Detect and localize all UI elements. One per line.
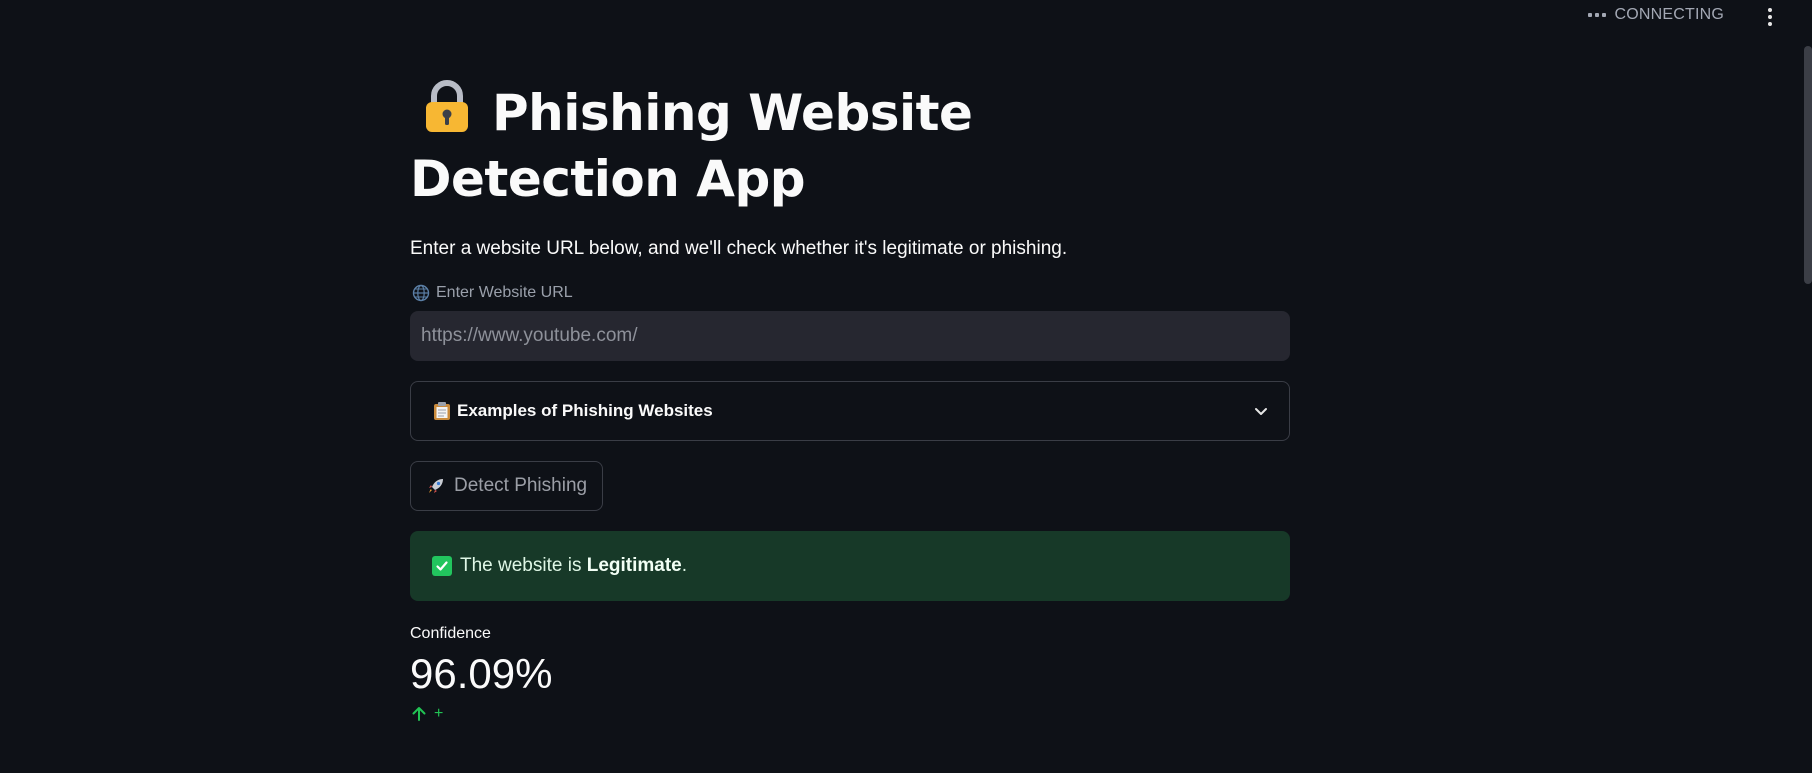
main-menu-button[interactable] [1760,6,1780,28]
result-message: The website is Legitimate. [460,555,687,577]
main-content: Phishing Website Detection App Enter a w… [410,80,1290,723]
result-suffix: . [681,555,688,576]
page-title-text: Phishing Website Detection App [410,84,973,208]
url-input[interactable] [410,311,1290,361]
arrow-up-icon [412,707,426,721]
rocket-icon [429,479,443,493]
page-scrollbar[interactable] [1804,46,1812,284]
confidence-label: Confidence [410,625,491,642]
confidence-delta-text: + [434,705,444,722]
confidence-delta: + [410,705,1290,723]
confidence-metric: Confidence 96.09% + [410,625,1290,723]
connection-status-text: CONNECTING [1614,6,1724,23]
app-page: CONNECTING Phishing Website Detection Ap… [0,0,1812,773]
lock-icon [426,80,468,132]
detect-phishing-button[interactable]: Detect Phishing [410,461,604,511]
page-title: Phishing Website Detection App [410,80,1190,212]
examples-expander-label: Examples of Phishing Websites [457,401,713,420]
clipboard-icon [434,402,450,420]
status-dots-icon [1588,13,1607,17]
chevron-down-icon [1255,408,1267,415]
check-box-icon [432,556,452,576]
url-input-label-text: Enter Website URL [436,284,573,301]
result-verdict: Legitimate [586,555,682,576]
confidence-value: 96.09% [410,650,553,697]
url-input-label: Enter Website URL [410,284,1290,302]
page-subtitle: Enter a website URL below, and we'll che… [410,238,1068,259]
connection-status: CONNECTING [1588,6,1724,24]
result-success-alert: The website is Legitimate. [410,531,1290,601]
globe-icon [412,284,430,302]
result-prefix: The website is [460,555,587,576]
detect-phishing-button-label: Detect Phishing [454,475,588,496]
examples-expander[interactable]: Examples of Phishing Websites [410,381,1290,441]
